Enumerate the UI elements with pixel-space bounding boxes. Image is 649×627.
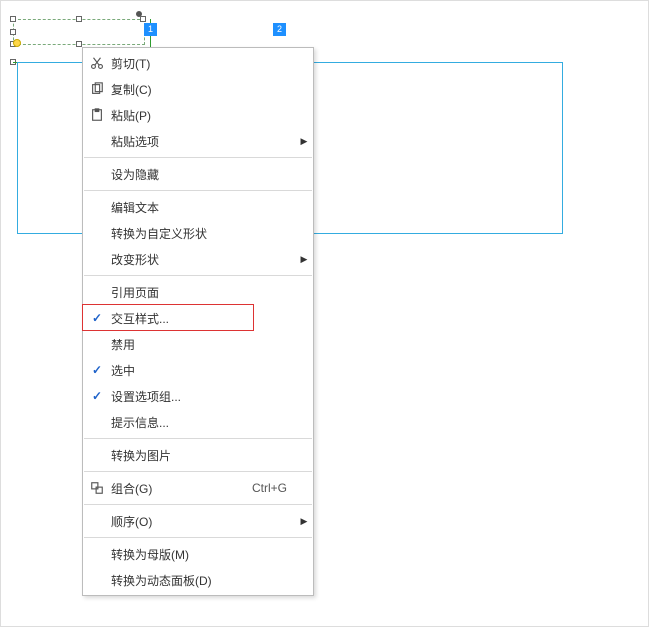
menu-item[interactable]: 引用页面 <box>83 279 313 305</box>
menu-item-label: 引用页面 <box>111 284 237 301</box>
menu-item-label: 交互样式... <box>111 310 237 327</box>
handle-w[interactable] <box>10 29 16 35</box>
menu-separator <box>84 190 312 191</box>
menu-item[interactable]: 禁用 <box>83 331 313 357</box>
menu-item-label: 改变形状 <box>111 251 237 268</box>
submenu-arrow-icon: ▶ <box>295 136 313 147</box>
menu-item-label: 转换为图片 <box>111 447 237 464</box>
menu-separator <box>84 471 312 472</box>
menu-item-label: 转换为动态面板(D) <box>111 572 237 589</box>
menu-item-label: 转换为母版(M) <box>111 546 237 563</box>
menu-item-label: 编辑文本 <box>111 199 237 216</box>
menu-item[interactable]: 剪切(T) <box>83 50 313 76</box>
menu-item[interactable]: ✓交互样式... <box>83 305 313 331</box>
menu-item[interactable]: ✓选中 <box>83 357 313 383</box>
menu-item[interactable]: 设为隐藏 <box>83 161 313 187</box>
menu-item-accel: Ctrl+G <box>237 481 295 495</box>
menu-separator <box>84 275 312 276</box>
menu-item[interactable]: 组合(G)Ctrl+G <box>83 475 313 501</box>
paste-icon <box>83 108 111 122</box>
menu-item-label: 转换为自定义形状 <box>111 225 237 242</box>
flag-1: 1 <box>144 23 157 36</box>
menu-item[interactable]: 粘贴选项 ▶ <box>83 128 313 154</box>
menu-item[interactable]: ✓设置选项组... <box>83 383 313 409</box>
menu-item-label: 剪切(T) <box>111 55 237 72</box>
menu-item-label: 禁用 <box>111 336 237 353</box>
menu-item[interactable]: 顺序(O) ▶ <box>83 508 313 534</box>
menu-item[interactable]: 转换为母版(M) <box>83 541 313 567</box>
menu-item-label: 粘贴(P) <box>111 107 237 124</box>
menu-item[interactable]: 提示信息... <box>83 409 313 435</box>
menu-item-label: 设为隐藏 <box>111 166 237 183</box>
adjust-handle[interactable] <box>13 39 21 47</box>
menu-item[interactable]: 转换为动态面板(D) <box>83 567 313 593</box>
menu-separator <box>84 438 312 439</box>
check-icon: ✓ <box>83 389 111 403</box>
copy-icon <box>83 82 111 96</box>
group-icon <box>83 481 111 495</box>
menu-item[interactable]: 粘贴(P) <box>83 102 313 128</box>
check-icon: ✓ <box>83 363 111 377</box>
menu-item[interactable]: 转换为自定义形状 <box>83 220 313 246</box>
menu-item-label: 组合(G) <box>111 480 237 497</box>
context-menu: 剪切(T)复制(C)粘贴(P)粘贴选项▶设为隐藏编辑文本转换为自定义形状改变形状… <box>82 47 314 596</box>
handle-ne[interactable] <box>140 16 146 22</box>
cut-icon <box>83 56 111 70</box>
submenu-arrow-icon: ▶ <box>295 254 313 265</box>
menu-item-label: 提示信息... <box>111 414 237 431</box>
menu-item[interactable]: 改变形状 ▶ <box>83 246 313 272</box>
check-icon: ✓ <box>83 311 111 325</box>
menu-item-label: 粘贴选项 <box>111 133 237 150</box>
handle-nw[interactable] <box>10 16 16 22</box>
menu-item-label: 复制(C) <box>111 81 237 98</box>
submenu-arrow-icon: ▶ <box>295 516 313 527</box>
menu-item[interactable]: 编辑文本 <box>83 194 313 220</box>
menu-item[interactable]: 复制(C) <box>83 76 313 102</box>
handle-n[interactable] <box>76 16 82 22</box>
menu-separator <box>84 537 312 538</box>
menu-item[interactable]: 转换为图片 <box>83 442 313 468</box>
menu-item-label: 设置选项组... <box>111 388 237 405</box>
menu-item-label: 顺序(O) <box>111 513 237 530</box>
menu-separator <box>84 157 312 158</box>
flag-2: 2 <box>273 23 286 36</box>
menu-item-label: 选中 <box>111 362 237 379</box>
menu-separator <box>84 504 312 505</box>
